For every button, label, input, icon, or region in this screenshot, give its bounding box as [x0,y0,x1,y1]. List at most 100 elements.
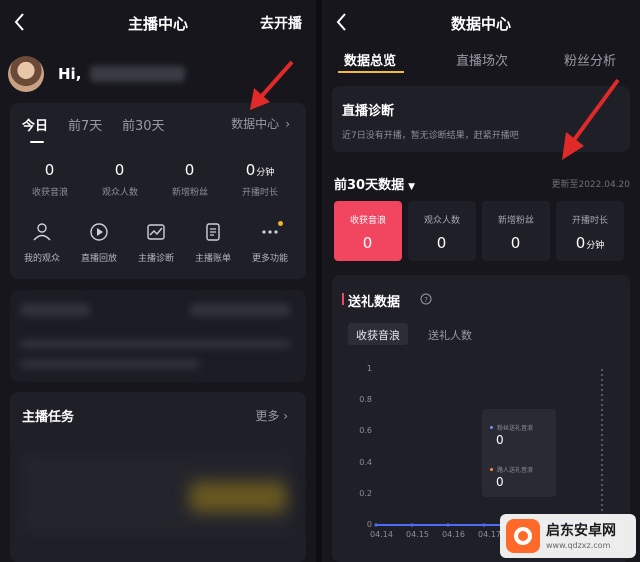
metric-label: 新增粉丝 [171,188,208,198]
red-arrow-icon [562,78,620,160]
diagnosis-description: 近7日没有开播，暂无诊断结果，赶紧开播吧 [342,131,519,141]
x-tick-label: 04.16 [442,530,465,539]
redacted-block [20,304,90,316]
tool-my-audience[interactable]: 我的观众 [14,221,70,264]
metric-new-fans[interactable]: 0 新增粉丝 [155,160,225,198]
tooltip-value: 0 [496,433,504,447]
range-selector[interactable]: 前30天数据 ▼ [334,174,415,193]
tool-label: 更多功能 [251,254,288,264]
anchor-center-screen: 主播中心 去开播 Hi, 今日 前7天 前30天 数据中心 › 0 收获音浪 0 … [0,0,316,562]
red-arrow-icon [250,60,294,110]
diagnosis-title: 直播诊断 [342,104,395,119]
data-center-label: 数据中心 [231,117,280,131]
watermark-name: 启东安卓网 [546,523,616,539]
tool-label: 直播回放 [80,254,117,264]
kpi-label: 开播时长 [571,216,608,226]
tool-label: 我的观众 [23,254,60,264]
tooltip-value: 0 [496,475,504,489]
watermark-url: www.qdzxz.com [546,541,611,550]
diagnosis-icon [145,221,167,243]
tasks-more-link[interactable]: 更多 › [255,407,288,424]
page-title: 数据中心 [450,15,511,33]
redacted-card [10,290,306,382]
tab-indicator [30,141,44,143]
redacted-block [190,482,286,512]
anchor-tasks-card: 主播任务 更多 › [10,392,306,562]
tool-more[interactable]: 更多功能 [242,221,298,264]
range-label: 前30天数据 [334,178,405,193]
data-point[interactable] [446,523,450,527]
metric-value: 0 [114,161,125,179]
metric-live-duration[interactable]: 0分钟 开播时长 [225,160,295,198]
x-tick-label: 04.15 [406,530,429,539]
redacted-block [190,304,290,316]
watermark-logo [506,519,540,553]
kpi-viewers[interactable]: 观众人数 0 [408,201,476,261]
legend-dot [490,468,493,471]
tab-30-days[interactable]: 前30天 [122,115,165,134]
today-stats-card: 今日 前7天 前30天 数据中心 › 0 收获音浪 0 观众人数 0 新增粉丝 0… [10,103,306,279]
y-tick-label: 0.4 [359,457,372,467]
chevron-right-icon: › [285,117,290,131]
go-live-button[interactable]: 去开播 [260,13,302,33]
chart-tooltip: 粉丝送礼音浪 0 路人送礼音浪 0 [482,409,556,497]
caret-down-icon: ▼ [408,182,416,192]
tasks-title: 主播任务 [22,410,75,425]
metric-value: 0 [44,161,55,179]
kpi-value: 0 [510,234,521,252]
data-point[interactable] [410,523,414,527]
tool-label: 主播账单 [194,254,231,264]
data-tabs: 数据总览 直播场次 粉丝分析 [322,44,640,78]
audience-icon [31,221,53,243]
tab-indicator [338,71,404,73]
tab-fan-analysis[interactable]: 粉丝分析 [564,50,616,69]
tool-replay[interactable]: 直播回放 [71,221,127,264]
kpi-value: 0 [436,234,447,252]
tasks-more-label: 更多 [255,409,280,423]
kpi-new-fans[interactable]: 新增粉丝 0 [482,201,550,261]
updated-time: 更新至2022.04.20 [551,180,630,190]
more-icon [259,221,283,243]
kpi-label: 收获音浪 [349,216,386,226]
tab-live-sessions[interactable]: 直播场次 [456,50,508,69]
metric-value: 0 [245,161,256,179]
username-redacted [90,66,185,82]
tab-7-days[interactable]: 前7天 [68,115,102,134]
kpi-label: 新增粉丝 [497,216,534,226]
top-bar: 数据中心 [322,0,640,44]
redacted-block [20,340,290,348]
replay-icon [88,221,110,243]
kpi-label: 观众人数 [423,216,460,226]
metric-label: 观众人数 [101,188,138,198]
redacted-block [20,360,200,368]
bill-icon [202,221,224,243]
chevron-right-icon: › [283,409,288,423]
data-point[interactable] [374,523,378,527]
greeting-text: Hi, [58,65,82,83]
metric-income[interactable]: 0 收获音浪 [15,160,85,198]
tool-diagnosis[interactable]: 主播诊断 [128,221,184,264]
y-tick-label: 0 [366,520,372,529]
watermark: 启东安卓网 www.qdzxz.com [500,514,636,558]
metric-label: 收获音浪 [31,188,68,198]
tool-bill[interactable]: 主播账单 [185,221,241,264]
y-tick-label: 0.8 [359,395,372,405]
data-point[interactable] [482,523,486,527]
metric-value: 0 [184,161,195,179]
metric-viewers[interactable]: 0 观众人数 [85,160,155,198]
kpi-income[interactable]: 收获音浪 0 [334,201,402,261]
data-center-screen: 数据中心 数据总览 直播场次 粉丝分析 直播诊断 近7日没有开播，暂无诊断结果，… [322,0,640,562]
x-tick-label: 04.14 [370,530,393,539]
kpi-value: 0 [575,234,586,252]
y-tick-label: 0.6 [359,426,372,436]
y-tick-label: 1 [366,364,372,373]
tab-overview[interactable]: 数据总览 [344,50,396,69]
x-tick-label: 04.17 [478,530,501,539]
kpi-live-duration[interactable]: 开播时长 0分钟 [556,201,624,261]
metric-label: 开播时长 [241,188,278,198]
notification-dot [278,221,283,226]
tab-today[interactable]: 今日 [22,115,48,134]
top-bar: 主播中心 去开播 [0,0,316,44]
avatar[interactable] [8,56,44,92]
kpi-value: 0 [362,234,373,252]
